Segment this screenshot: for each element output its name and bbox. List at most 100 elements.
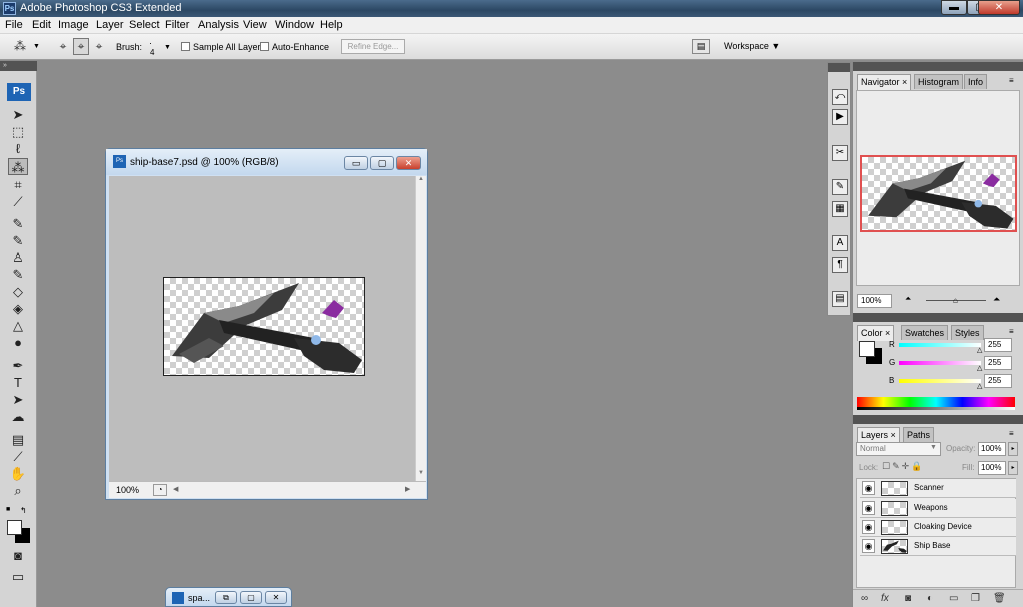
new-selection-icon[interactable]: ⌖ [55,38,71,55]
menu-view[interactable]: View [243,19,267,31]
paint-bucket-icon[interactable]: ◈ [8,300,28,317]
navigator-zoom-input[interactable]: 100% [857,294,892,308]
panel-menu-icon[interactable]: ≡ [1009,76,1014,85]
menu-filter[interactable]: Filter [165,19,189,31]
swap-colors-icon[interactable]: ↰ [20,506,27,515]
opacity-input[interactable]: 100% [978,442,1006,456]
paragraph-panel-icon[interactable]: ¶ [832,257,848,273]
actions-panel-icon[interactable]: ▶ [832,109,848,125]
tab-navigator[interactable]: Navigator × [857,74,912,90]
add-to-selection-icon[interactable]: ⌖ [73,38,89,55]
layer-comps-icon[interactable]: ▤ [832,291,848,307]
workspace-menu[interactable]: Workspace ▼ [724,41,780,51]
menu-file[interactable]: File [5,19,23,31]
subtract-selection-icon[interactable]: ⌖ [91,38,107,55]
menu-window[interactable]: Window [275,19,314,31]
hand-tool-icon[interactable]: ✋ [8,465,28,482]
minimized-restore-button[interactable]: ⧉ [215,591,237,604]
quick-selection-tool-icon[interactable]: ⁂ [8,158,28,175]
document-window[interactable]: Ps ship-base7.psd @ 100% (RGB/8) ▭ ▢ ✕ ▲… [105,148,428,500]
red-value-input[interactable]: 255 [984,338,1012,352]
opacity-arrow-icon[interactable]: ▸ [1008,442,1018,456]
adjustment-layer-icon[interactable]: ◐ [927,593,933,604]
tab-swatches[interactable]: Swatches [901,325,949,340]
scroll-right-icon[interactable]: ▶ [405,485,410,493]
quick-mask-icon[interactable]: ◙ [8,547,28,564]
scroll-up-icon[interactable]: ▲ [418,176,424,182]
color-panel-menu-icon[interactable]: ≡ [1009,327,1014,336]
minimized-maximize-button[interactable]: ▢ [240,591,262,604]
history-panel-icon[interactable]: ⤺ [832,89,848,105]
menu-layer[interactable]: Layer [96,19,124,31]
default-colors-icon[interactable]: ■ [6,506,16,514]
navigator-preview[interactable] [860,155,1017,232]
red-slider-thumb[interactable]: △ [977,346,982,354]
new-group-icon[interactable]: ▭ [949,593,958,604]
fill-input[interactable]: 100% [978,461,1006,475]
chevron-down-icon[interactable]: ▼ [33,43,40,50]
tab-info[interactable]: Info [964,74,988,89]
layers-panel-menu-icon[interactable]: ≡ [1009,429,1014,438]
document-maximize-button[interactable]: ▢ [370,156,394,170]
tab-histogram[interactable]: Histogram [914,74,964,89]
minimized-close-button[interactable]: ✕ [265,591,287,604]
document-minimize-button[interactable]: ▭ [344,156,368,170]
marquee-tool-icon[interactable]: ⬚ [8,123,28,140]
dock-strip-header[interactable] [828,63,850,72]
menu-image[interactable]: Image [58,19,89,31]
auto-enhance-checkbox[interactable] [260,42,269,51]
crop-tool-icon[interactable]: ⌗ [8,176,28,193]
blue-slider-track[interactable] [899,379,981,383]
blend-mode-select[interactable]: Normal [856,442,941,456]
character-panel-icon[interactable]: A [832,235,848,251]
menu-select[interactable]: Select [129,19,160,31]
path-selection-icon[interactable]: ➤ [8,391,28,408]
color-panel-header[interactable] [853,313,1023,322]
color-spectrum-ramp[interactable] [857,397,1015,407]
lasso-tool-icon[interactable]: ℓ [8,140,28,157]
clone-stamp-icon[interactable]: ♙ [8,249,28,266]
tool-preset-picker[interactable]: ⁂ [9,38,31,55]
scroll-down-icon[interactable]: ▼ [418,470,424,476]
screen-mode-icon[interactable]: ▭ [8,568,28,585]
link-layers-icon[interactable]: ∞ [861,593,868,604]
document-title-bar[interactable]: Ps ship-base7.psd @ 100% (RGB/8) ▭ ▢ ✕ [106,149,427,175]
pen-tool-icon[interactable]: ✒ [8,357,28,374]
brush-dot-icon[interactable]: · [149,38,152,48]
move-tool-icon[interactable]: ➤ [8,106,28,123]
grayscale-ramp[interactable] [857,407,1015,410]
blur-tool-icon[interactable]: △ [8,317,28,334]
tab-paths[interactable]: Paths [903,427,935,442]
zoom-out-icon[interactable]: ⏶ [905,294,911,304]
blue-value-input[interactable]: 255 [984,374,1012,388]
layer-row-cloaking-device[interactable]: ◉ Cloaking Device [860,518,1016,537]
new-layer-icon[interactable]: ❐ [971,593,980,604]
slice-tool-icon[interactable]: ⟋ [8,193,28,210]
layer-row-scanner[interactable]: ◉ Scanner [860,479,1016,498]
layer-style-icon[interactable]: fx [881,593,889,604]
color-foreground-swatch[interactable] [859,341,875,357]
green-value-input[interactable]: 255 [984,356,1012,370]
document-zoom-level[interactable]: 100% [116,485,139,495]
brush-size[interactable]: 4 [150,48,154,57]
document-close-button[interactable]: ✕ [396,156,421,170]
document-canvas-area[interactable] [109,176,415,481]
eyedropper-icon[interactable]: ⟋ [8,448,28,465]
zoom-slider-thumb[interactable]: ⌂ [953,296,958,305]
sample-all-layers-checkbox[interactable] [181,42,190,51]
zoom-in-icon[interactable]: ⏶ [993,294,1000,305]
layer-row-weapons[interactable]: ◉ Weapons [860,499,1016,518]
history-brush-icon[interactable]: ✎ [8,266,28,283]
menu-edit[interactable]: Edit [32,19,51,31]
zoom-tool-icon[interactable]: ⌕ [8,482,28,499]
layer-visibility-eye-icon[interactable]: ◉ [862,481,875,495]
healing-brush-icon[interactable]: ✎ [8,215,28,232]
blend-mode-chevron-icon[interactable]: ▼ [930,444,937,451]
dodge-tool-icon[interactable]: ● [8,334,28,351]
clone-source-icon[interactable]: ▦ [832,201,848,217]
tab-styles[interactable]: Styles [951,325,984,340]
layer-visibility-eye-icon[interactable]: ◉ [862,501,875,515]
status-info-icon[interactable]: ◔ [153,484,167,496]
fill-arrow-icon[interactable]: ▸ [1008,461,1018,475]
layer-visibility-eye-icon[interactable]: ◉ [862,539,875,553]
